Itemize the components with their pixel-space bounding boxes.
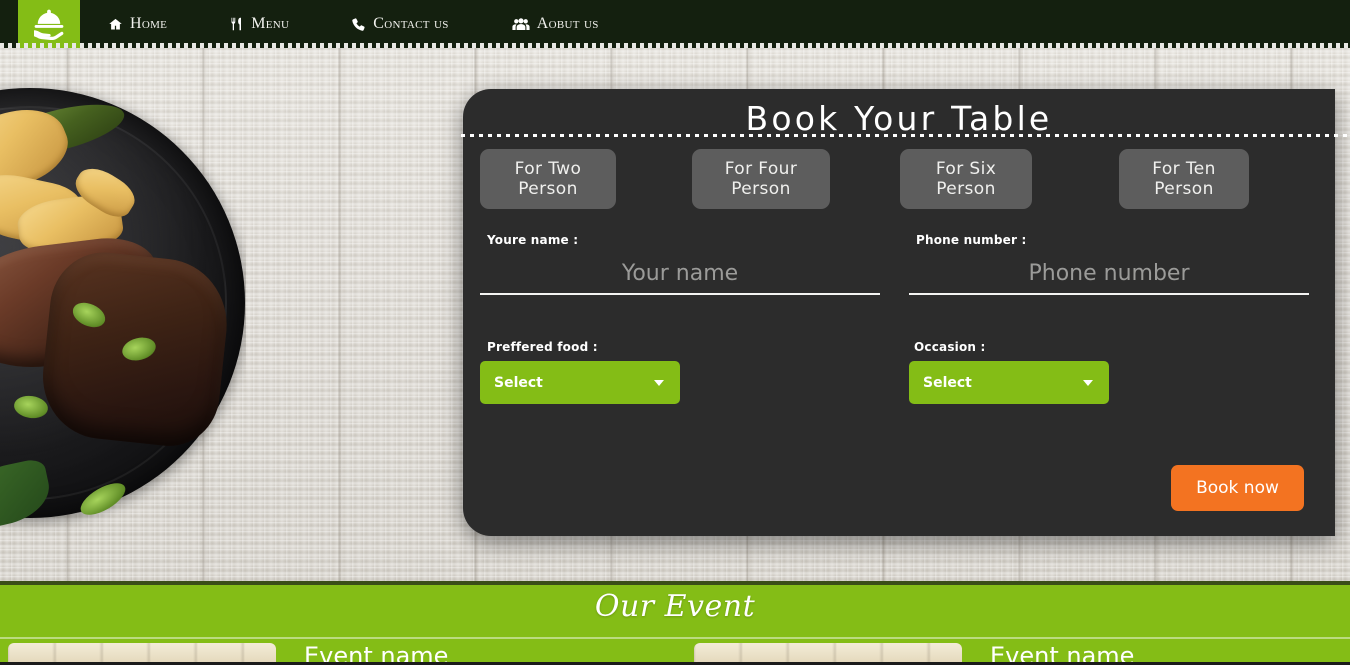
nav-item-aobut-us-label: Aobut us xyxy=(536,15,599,32)
book-now-button[interactable]: Book now xyxy=(1171,465,1304,511)
booking-panel-title: Book Your Table xyxy=(745,99,1053,138)
chevron-down-icon xyxy=(1083,379,1093,386)
party-size-two-button[interactable]: For Two Person xyxy=(480,149,616,209)
fork-knife-icon xyxy=(229,16,244,32)
occasion-selected-value: Select xyxy=(923,374,972,391)
nav-links: Home Menu Contact us Aobut us xyxy=(108,0,599,48)
navbar-dotted-edge xyxy=(0,43,1350,48)
name-input[interactable] xyxy=(480,253,880,295)
nav-item-menu[interactable]: Menu xyxy=(229,15,289,33)
party-size-four-button[interactable]: For Four Person xyxy=(692,149,830,209)
users-group-icon xyxy=(512,17,530,32)
our-event-title: Our Event xyxy=(594,589,756,624)
booking-panel: Book Your Table For Two Person For Four … xyxy=(461,89,1348,536)
occasion-label: Occasion : xyxy=(914,340,986,354)
section-divider xyxy=(0,637,1350,639)
nav-item-contact-us-label: Contact us xyxy=(373,15,449,32)
steak-dish-photo xyxy=(0,48,246,588)
preferred-food-label: Preffered food : xyxy=(487,340,598,354)
occasion-select[interactable]: Select xyxy=(909,361,1109,404)
party-size-ten-button[interactable]: For Ten Person xyxy=(1119,149,1249,209)
nav-item-contact-us[interactable]: Contact us xyxy=(351,15,448,33)
home-icon xyxy=(108,17,123,32)
party-size-options: For Two Person For Four Person For Six P… xyxy=(480,149,1320,209)
cloche-on-hand-icon xyxy=(28,4,70,44)
party-size-six-button[interactable]: For Six Person xyxy=(900,149,1032,209)
nav-item-home[interactable]: Home xyxy=(108,15,167,33)
name-field-label: Youre name : xyxy=(487,233,579,247)
panel-dotted-divider xyxy=(461,134,1348,137)
our-event-section: Our Event Event name Event name xyxy=(0,581,1350,665)
nav-item-home-label: Home xyxy=(130,15,168,32)
preferred-food-selected-value: Select xyxy=(494,374,543,391)
page-root: Home Menu Contact us Aobut us Book Your … xyxy=(0,0,1350,665)
preferred-food-select[interactable]: Select xyxy=(480,361,680,404)
nav-item-menu-label: Menu xyxy=(251,15,290,32)
phone-input[interactable] xyxy=(909,253,1309,295)
chevron-down-icon xyxy=(654,379,664,386)
top-navbar: Home Menu Contact us Aobut us xyxy=(0,0,1350,48)
site-logo[interactable] xyxy=(18,0,80,48)
phone-field-label: Phone number : xyxy=(916,233,1027,247)
nav-item-aobut-us[interactable]: Aobut us xyxy=(512,15,599,33)
phone-icon xyxy=(351,17,366,32)
